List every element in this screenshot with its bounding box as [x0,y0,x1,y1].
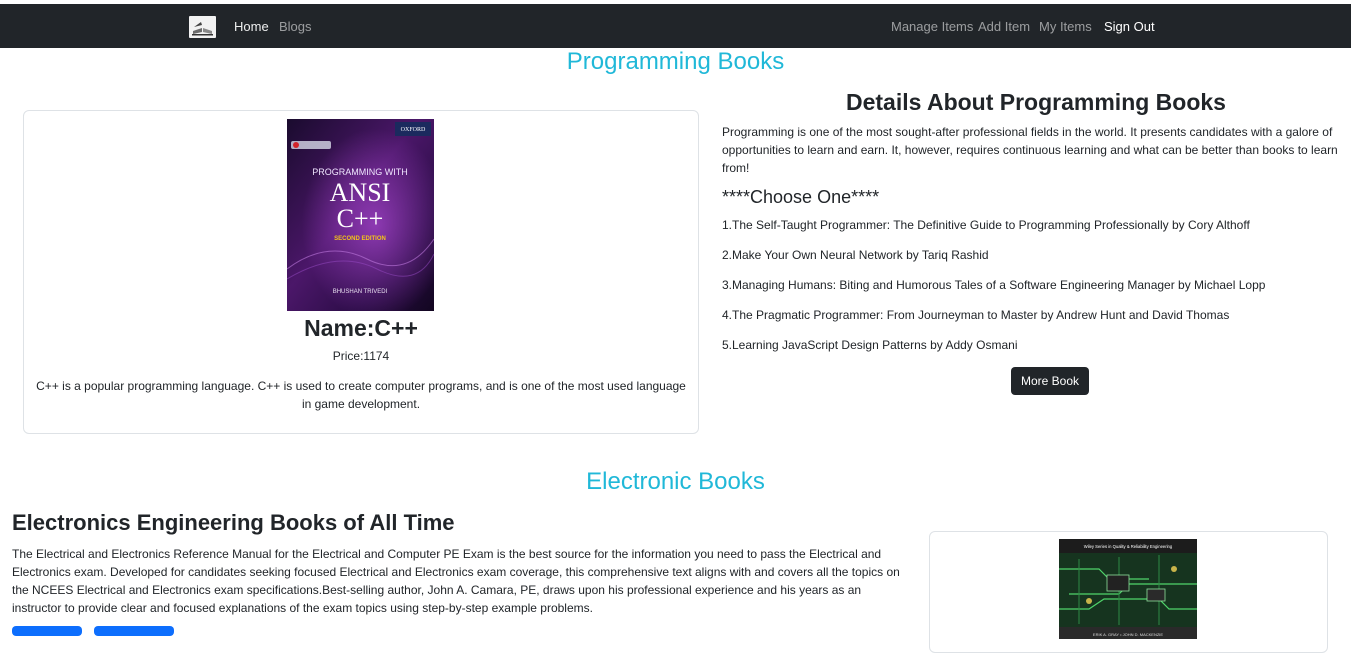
cover-line3: C++ [337,204,384,233]
electronics-cover-authors: ERIK A. GRAY • JOHN D. MACKENZIE [1093,632,1163,637]
book-cover-image: OXFORD PROGRAMMING WITH ANSI C++ SECOND … [287,119,434,311]
cover-edition: SECOND EDITION [334,236,386,242]
details-paragraph: Programming is one of the most sought-af… [722,125,1338,175]
cover-line1: PROGRAMMING WITH [312,167,408,177]
book-list-item: 5.Learning JavaScript Design Patterns by… [722,338,1018,352]
electronics-book-card: Wiley Series in Quality & Reliability En… [929,531,1328,653]
nav-manage-items-link[interactable]: Manage Items [891,19,973,34]
electronics-cover-series: Wiley Series in Quality & Reliability En… [1084,544,1173,549]
cover-author: BHUSHAN TRIVEDI [333,289,388,295]
electronics-book-cover-image: Wiley Series in Quality & Reliability En… [1059,539,1197,639]
book-price: Price:1174 [332,349,390,363]
book-card: OXFORD PROGRAMMING WITH ANSI C++ SECOND … [23,110,699,434]
book-list-item: 2.Make Your Own Neural Network by Tariq … [722,248,989,262]
book-name: Name:C++ [304,315,418,341]
programming-section-title: Programming Books [566,48,785,75]
electronics-paragraph: The Electrical and Electronics Reference… [12,547,900,615]
book-list-item: 3.Managing Humans: Biting and Humorous T… [722,278,1266,292]
electronics-heading: Electronics Engineering Books of All Tim… [12,510,455,535]
electronic-section-title: Electronic Books [586,468,765,495]
book-list-item: 1.The Self-Taught Programmer: The Defini… [722,218,1250,232]
sign-out-button[interactable]: Sign Out [1104,19,1155,34]
electronics-action-button[interactable] [94,626,174,636]
nav-blogs-link[interactable]: Blogs [279,19,312,34]
navbar: Home Blogs Manage Items Add Item My Item… [0,4,1351,48]
logo-icon[interactable] [189,16,216,38]
book-description: C++ is a popular programming language. C… [36,379,686,411]
details-title: Details About Programming Books [846,89,1226,115]
choose-one-heading: ****Choose One**** [722,187,880,207]
nav-my-items-link[interactable]: My Items [1039,19,1092,34]
more-book-button[interactable]: More Book [1011,367,1089,395]
cover-publisher: OXFORD [401,127,426,133]
book-list-item: 4.The Pragmatic Programmer: From Journey… [722,308,1230,322]
nav-home-link[interactable]: Home [234,19,269,34]
cover-line2: ANSI [330,178,391,207]
electronics-action-button[interactable] [12,626,82,636]
nav-add-item-link[interactable]: Add Item [978,19,1030,34]
